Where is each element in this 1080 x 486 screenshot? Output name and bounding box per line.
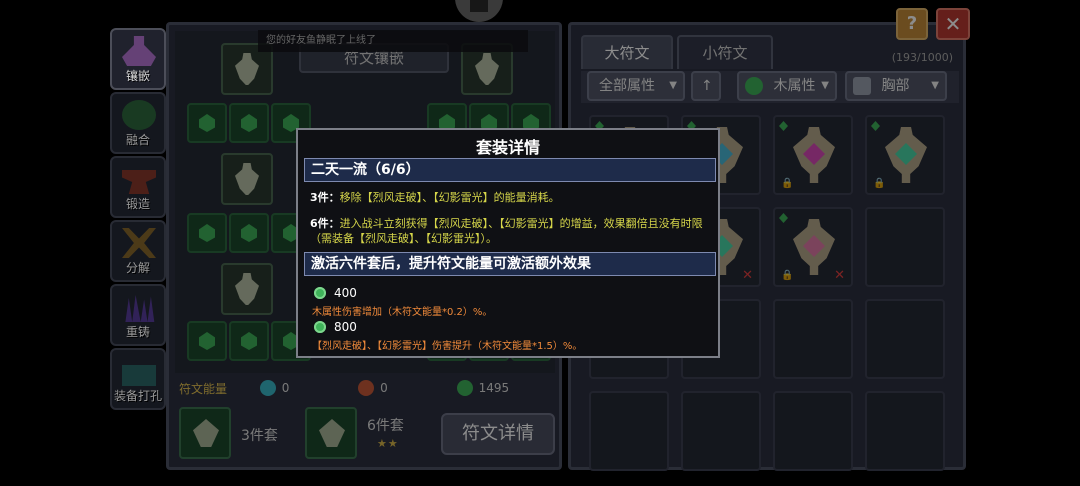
set-detail-dialog: 套装详情 二天一流（6/6） 3件：移除【烈风走破】、【幻影雷光】的能量消耗。 … [296,128,720,358]
set-effect-6: 6件：进入战斗立刻获得【烈风走破】、【幻影雷光】的增益，效果翻倍且没有时限（需装… [310,216,710,246]
bonus-threshold-1: 400 [314,286,357,300]
bonus-desc-1: 木属性伤害增加（木符文能量*0.2）%。 [312,307,493,318]
side-tab-label: 锻造 [125,197,150,211]
side-tab-label: 装备打孔 [113,389,162,403]
bonus-threshold-2: 800 [314,320,357,334]
effect-tier: 6件： [310,217,340,230]
bonus-value: 800 [334,320,357,334]
set-name-header: 二天一流（6/6） [304,158,716,182]
effect-text: 进入战斗立刻获得【烈风走破】、【幻影雷光】的增益，效果翻倍且没有时限（需装备【烈… [310,217,703,245]
effect-text: 移除【烈风走破】、【幻影雷光】的能量消耗。 [339,191,560,204]
set-effect-3: 3件：移除【烈风走破】、【幻影雷光】的能量消耗。 [310,190,710,205]
bonus-value: 400 [334,286,357,300]
wood-gem-icon [314,321,326,333]
side-tab-label: 分解 [125,261,150,275]
side-tab-label: 融合 [125,133,150,147]
bonus-desc-2: 【烈风走破】、【幻影雷光】伤害提升（木符文能量*1.5）%。 [312,341,583,352]
wood-gem-icon [314,287,326,299]
side-tab-label: 重铸 [125,325,150,339]
bonus-header: 激活六件套后，提升符文能量可激活额外效果 [304,252,716,276]
side-tab-label: 镶嵌 [125,69,150,83]
effect-tier: 3件： [310,191,340,204]
dialog-title: 套装详情 [475,138,540,157]
